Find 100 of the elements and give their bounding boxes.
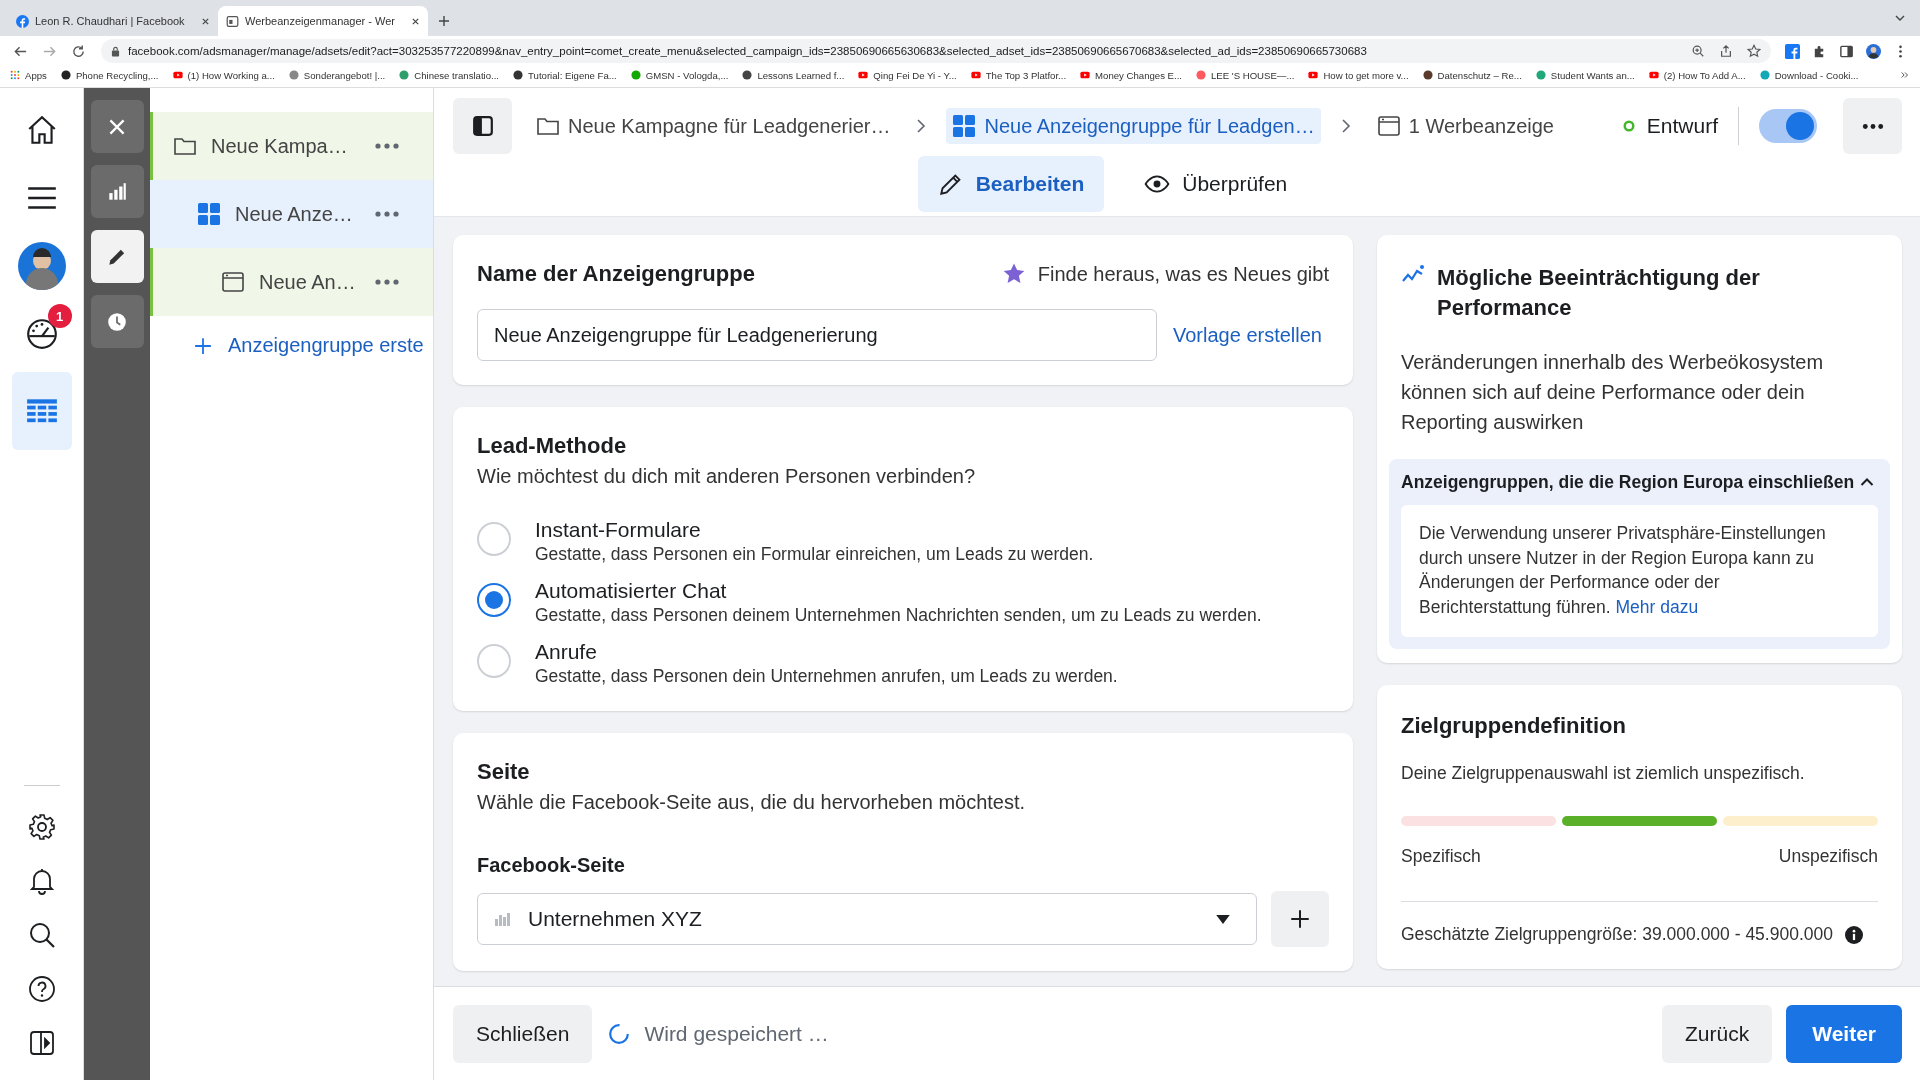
more-icon[interactable]	[375, 279, 399, 285]
option-label: Automatisierter Chat	[535, 579, 728, 603]
status-dot	[1622, 120, 1635, 132]
tool-button[interactable]	[90, 165, 144, 218]
sidebar-icon	[471, 115, 494, 137]
chevron-right-icon	[916, 118, 927, 134]
option-description: Gestatte, dass Personen ein Formular einreichen, um Leads zu werden.	[535, 544, 1094, 565]
bar-chart-icon	[106, 180, 128, 203]
card-subtitle: Wie möchtest du dich mit anderen Personen verbinden?	[477, 465, 977, 488]
bookmark[interactable]: Qing Fei De Yi - Y...	[858, 69, 957, 81]
bookmark[interactable]: Student Wants an...	[1535, 69, 1635, 81]
notification-badge: 1	[47, 304, 72, 328]
tool-button[interactable]	[90, 230, 144, 283]
loading-spinner-icon	[608, 1022, 631, 1045]
status-label: Entwurf	[1646, 114, 1718, 138]
next-button[interactable]: Weiter	[1786, 1004, 1902, 1063]
grid-icon	[197, 202, 221, 226]
grid-icon	[952, 114, 977, 138]
reload-icon[interactable]	[71, 43, 86, 59]
radio-button[interactable]	[477, 583, 511, 617]
card-title: Name der Anzeigengruppe	[477, 261, 755, 287]
new-tab-icon[interactable]	[438, 15, 450, 27]
bookmark[interactable]: Chinese translatio...	[399, 69, 500, 81]
card-text: Veränderungen innerhalb des Werbeökosystem können sich auf deine Performance oder dein Reporting auswirken	[1401, 350, 1825, 435]
option-description: Gestatte, dass Personen deinem Unternehmen Nachrichten senden, um zu Leads zu werden.	[535, 605, 1262, 626]
close-button[interactable]: Schließen	[453, 1004, 593, 1063]
more-icon	[1861, 122, 1884, 130]
bookmark[interactable]: Download - Cooki...	[1759, 69, 1859, 81]
apps-grid-icon	[10, 70, 20, 80]
play-icon	[970, 70, 981, 80]
bookmark[interactable]: Datenschutz – Re...	[1422, 69, 1522, 81]
play-icon	[1308, 70, 1319, 80]
card-subtitle: Wähle die Facebook-Seite aus, die du hervorheben möchtest.	[477, 791, 1027, 814]
add-button[interactable]	[1271, 891, 1329, 947]
page-icon	[226, 14, 239, 28]
info-icon[interactable]	[1844, 925, 1863, 944]
tool-button[interactable]	[90, 100, 144, 153]
browser-tab[interactable]: Leon R. Chaudhari | Facebook	[8, 6, 218, 36]
more-icon[interactable]	[375, 143, 399, 149]
facebook-icon[interactable]	[1785, 43, 1800, 59]
chevron-right-icon	[1340, 118, 1351, 134]
bell-icon[interactable]	[27, 867, 56, 895]
ad-set-name-field[interactable]: Neue Anzeigengruppe für Leadgenerierung	[477, 309, 1157, 361]
toggle-switch[interactable]	[1759, 109, 1817, 143]
breadcrumb[interactable]: Neue Kampagne für Leadgenerier…	[530, 108, 897, 144]
mode-tab[interactable]: Überprüfen	[1124, 156, 1308, 212]
sidebar-icon[interactable]	[1839, 43, 1854, 59]
create-template-link[interactable]: Vorlage erstellen	[1173, 323, 1322, 347]
bookmark[interactable]: (1) How Working a...	[172, 69, 275, 81]
bookmark[interactable]: GMSN - Vologda,...	[630, 69, 729, 81]
bookmark[interactable]: LEE 'S HOUSE—...	[1196, 69, 1295, 81]
panel-toggle-icon[interactable]	[27, 1029, 56, 1057]
learn-more-link[interactable]: Mehr dazu	[1615, 596, 1699, 617]
meter-label: Spezifisch	[1401, 846, 1481, 867]
help-icon[interactable]	[27, 975, 56, 1003]
close-icon[interactable]	[201, 16, 210, 26]
tree-item[interactable]: Neue Anze…	[150, 180, 433, 248]
card-title: Lead-Methode	[477, 433, 628, 459]
pencil-icon	[937, 171, 964, 197]
mode-tab[interactable]: Bearbeiten	[917, 156, 1105, 212]
bookmark[interactable]: How to get more v...	[1308, 69, 1409, 81]
bookmark[interactable]: Apps	[10, 69, 47, 81]
profile-avatar[interactable]	[1866, 43, 1881, 59]
search-icon[interactable]	[27, 921, 56, 949]
settings-icon[interactable]	[27, 813, 56, 841]
bookmark[interactable]: (2) How To Add A...	[1648, 69, 1746, 81]
browser-tab[interactable]: Werbeanzeigenmanager - Wer	[218, 6, 428, 36]
tool-button[interactable]	[90, 295, 144, 348]
create-ad-set-link[interactable]: Anzeigengruppe erste	[150, 316, 424, 357]
lock-icon	[111, 45, 120, 57]
option-label: Instant-Formulare	[535, 518, 702, 542]
bookmark[interactable]: Lessons Learned f...	[742, 69, 845, 81]
bookmark[interactable]: The Top 3 Platfor...	[970, 69, 1067, 81]
chevron-right-icon[interactable]	[1900, 70, 1910, 80]
play-icon	[858, 70, 869, 80]
bookmark[interactable]: Sonderangebot! |...	[288, 69, 386, 81]
tree-item[interactable]: Neue An…	[150, 248, 433, 316]
whats-new-link[interactable]: Finde heraus, was es Neues gibt	[1001, 262, 1329, 286]
tree-item[interactable]: Neue Kampa…	[150, 112, 433, 180]
zoom-icon[interactable]	[1691, 44, 1705, 58]
star-icon[interactable]	[1747, 44, 1761, 58]
nav-item[interactable]: 1	[11, 304, 72, 364]
audience-size: Geschätzte Zielgruppengröße: 39.000.000 - 45.900.000	[1401, 924, 1833, 945]
address-bar[interactable]: facebook.com/adsmanager/manage/adsets/edit?act=303253577220899&nav_entry_point=comet_create_menu&selected_campaign_ids=23850690665630683&selected_adset_ids=23850690665670683&selected_ad_ids=23850690665730683	[101, 39, 1771, 63]
ad-icon	[221, 270, 245, 294]
accordion-header[interactable]: Anzeigengruppen, die die Region Europa einschließen	[1401, 459, 1878, 505]
back-button[interactable]: Zurück	[1662, 1004, 1773, 1063]
breadcrumb[interactable]: Neue Anzeigengruppe für Leadgen…	[946, 108, 1321, 144]
plus-icon	[194, 336, 212, 355]
more-icon[interactable]	[375, 211, 399, 217]
field-label: Facebook-Seite	[477, 854, 626, 877]
close-icon[interactable]	[411, 16, 420, 26]
panel-toggle-button[interactable]	[453, 98, 512, 154]
breadcrumb[interactable]: 1 Werbeanzeige	[1370, 108, 1560, 144]
facebook-icon	[16, 14, 29, 28]
bookmark[interactable]: Money Changes E...	[1080, 69, 1182, 81]
share-icon[interactable]	[1719, 44, 1733, 58]
bookmark[interactable]: Tutorial: Eigene Fa...	[513, 69, 617, 81]
page-select[interactable]: Unternehmen XYZ	[477, 893, 1257, 945]
bookmark[interactable]: Phone Recycling,...	[60, 69, 159, 81]
